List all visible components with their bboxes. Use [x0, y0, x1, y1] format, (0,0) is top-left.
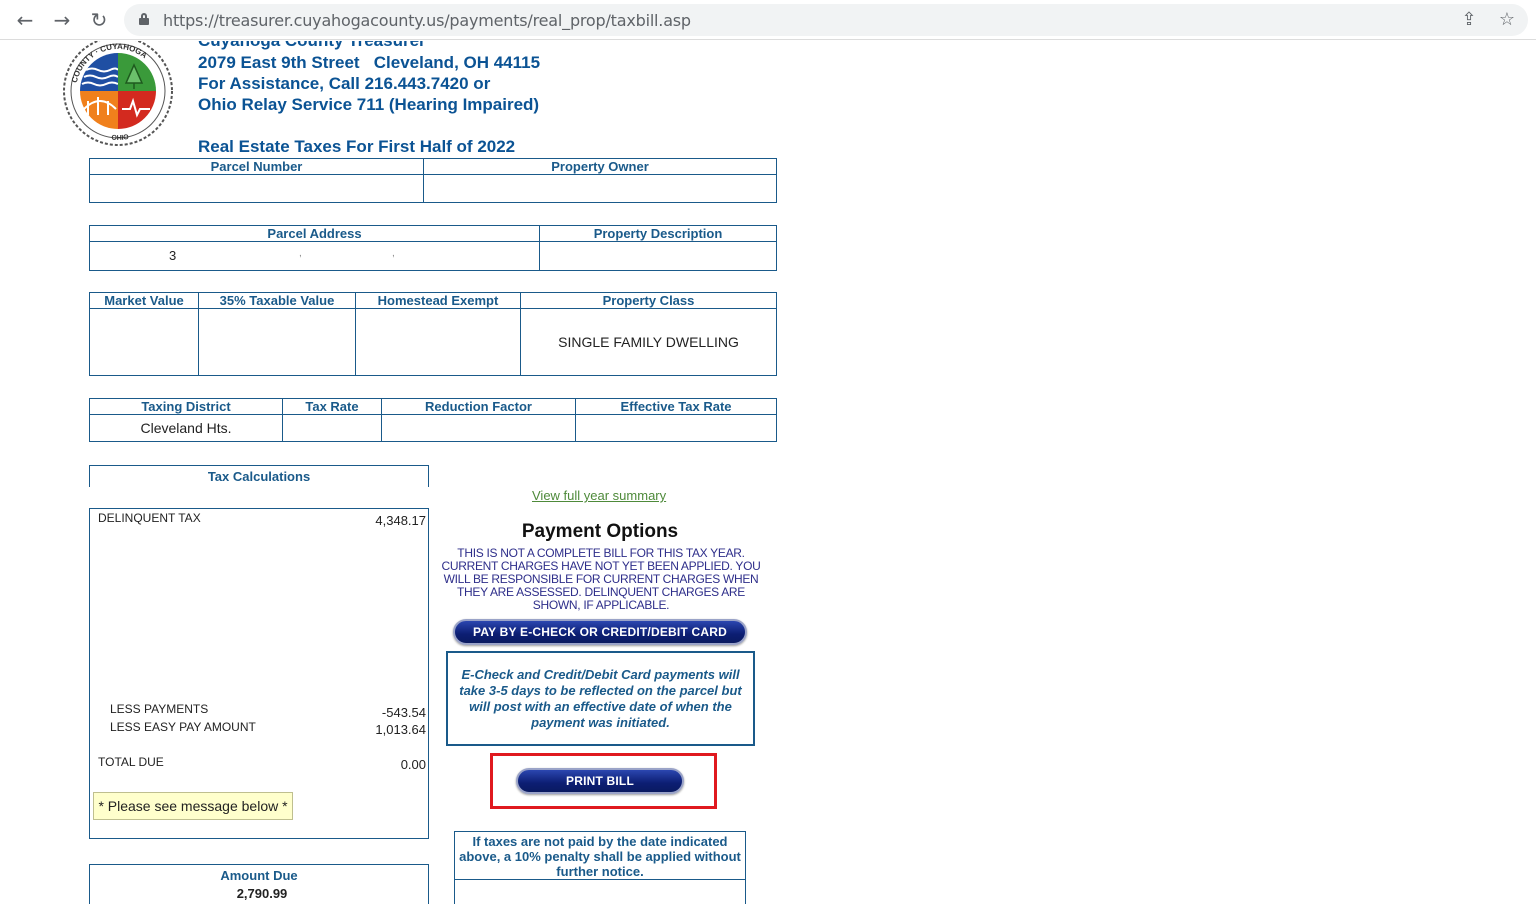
parcel-number-header: Parcel Number [89, 158, 424, 175]
relay-service: Ohio Relay Service 711 (Hearing Impaired… [198, 95, 540, 114]
reduction-factor-header: Reduction Factor [381, 398, 576, 415]
less-easy-pay-value: 1,013.64 [375, 722, 426, 737]
tax-period-heading: Real Estate Taxes For First Half of 2022 [198, 137, 516, 156]
valuation-table: Market Value 35% Taxable Value Homestead… [89, 292, 777, 376]
parcel-address-value: 3 , , [89, 241, 540, 271]
assistance-phone: For Assistance, Call 216.443.7420 or [198, 74, 491, 93]
parcel-address-separator: , [299, 248, 302, 259]
delinquent-tax-value: 4,348.17 [375, 513, 426, 528]
county-treasurer-title: Cuyahoga County Treasurer [198, 41, 426, 51]
homestead-exempt-value [355, 308, 521, 376]
share-icon[interactable]: ⇪ [1458, 9, 1480, 31]
effective-tax-rate-value [575, 414, 777, 442]
property-class-value: SINGLE FAMILY DWELLING [520, 308, 777, 376]
parcel-number-value [89, 174, 424, 203]
url-text[interactable]: https://treasurer.cuyahogacounty.us/paym… [163, 11, 691, 30]
reload-icon[interactable]: ↻ [86, 8, 112, 32]
delinquent-tax-label: DELINQUENT TAX [98, 511, 201, 525]
payment-options-title: Payment Options [521, 521, 679, 542]
taxable-value-header: 35% Taxable Value [198, 292, 356, 309]
tax-district-table: Taxing District Tax Rate Reduction Facto… [89, 398, 777, 442]
property-description-value [539, 241, 777, 271]
late-penalty-note: If taxes are not paid by the date indica… [455, 832, 745, 880]
tax-calculations-heading: Tax Calculations [89, 465, 429, 487]
property-description-header: Property Description [539, 225, 777, 242]
echeck-processing-note: E-Check and Credit/Debit Card payments w… [446, 651, 755, 746]
market-value-header: Market Value [89, 292, 199, 309]
less-easy-pay-label: LESS EASY PAY AMOUNT [110, 720, 256, 734]
property-class-header: Property Class [520, 292, 777, 309]
tax-rate-header: Tax Rate [282, 398, 382, 415]
homestead-exempt-header: Homestead Exempt [355, 292, 521, 309]
bookmark-star-icon[interactable]: ☆ [1496, 9, 1518, 31]
amount-due-box: Amount Due 2,790.99 [89, 864, 429, 904]
effective-tax-rate-header: Effective Tax Rate [575, 398, 777, 415]
parcel-table: Parcel Number Property Owner [89, 158, 777, 203]
page-content: COUNTY · CUYAHOGA OHIO Cuyahoga County T… [0, 41, 1536, 904]
address-table: Parcel Address Property Description 3 , … [89, 225, 777, 271]
see-message-note: * Please see message below * [93, 792, 293, 820]
taxable-value [198, 308, 356, 376]
late-penalty-box: If taxes are not paid by the date indica… [454, 831, 746, 904]
market-value [89, 308, 199, 376]
less-payments-label: LESS PAYMENTS [110, 702, 209, 716]
property-owner-header: Property Owner [423, 158, 777, 175]
amount-due-label: Amount Due [220, 868, 298, 883]
print-bill-button[interactable]: PRINT BILL [516, 768, 684, 794]
office-address: 2079 East 9th Street Cleveland, OH 44115 [198, 53, 541, 72]
parcel-address-header: Parcel Address [89, 225, 540, 242]
back-arrow-icon[interactable]: ← [12, 8, 38, 32]
pay-by-echeck-or-card-button[interactable]: PAY BY E-CHECK OR CREDIT/DEBIT CARD [453, 619, 747, 645]
less-payments-value: -543.54 [381, 705, 426, 720]
parcel-address-number: 3 [169, 248, 177, 263]
reduction-factor-value [381, 414, 576, 442]
total-due-value: 0.00 [400, 757, 426, 772]
county-seal-logo: COUNTY · CUYAHOGA OHIO [63, 41, 173, 146]
total-due-label: TOTAL DUE [98, 755, 164, 769]
view-full-year-summary-link[interactable]: View full year summary [532, 488, 666, 503]
incomplete-bill-notice: THIS IS NOT A COMPLETE BILL FOR THIS TAX… [441, 546, 761, 612]
taxing-district-value: Cleveland Hts. [89, 414, 283, 442]
amount-due-value: 2,790.99 [236, 886, 288, 901]
lock-icon[interactable] [139, 13, 149, 25]
forward-arrow-icon[interactable]: → [49, 8, 75, 32]
parcel-address-separator: , [392, 248, 395, 259]
property-owner-value [423, 174, 777, 203]
tax-calculations-box: DELINQUENT TAX 4,348.17 LESS PAYMENTS -5… [89, 508, 429, 839]
address-bar[interactable]: https://treasurer.cuyahogacounty.us/paym… [124, 4, 1528, 36]
tax-rate-value [282, 414, 382, 442]
taxing-district-header: Taxing District [89, 398, 283, 415]
browser-toolbar: ← → ↻ https://treasurer.cuyahogacounty.u… [0, 0, 1536, 40]
